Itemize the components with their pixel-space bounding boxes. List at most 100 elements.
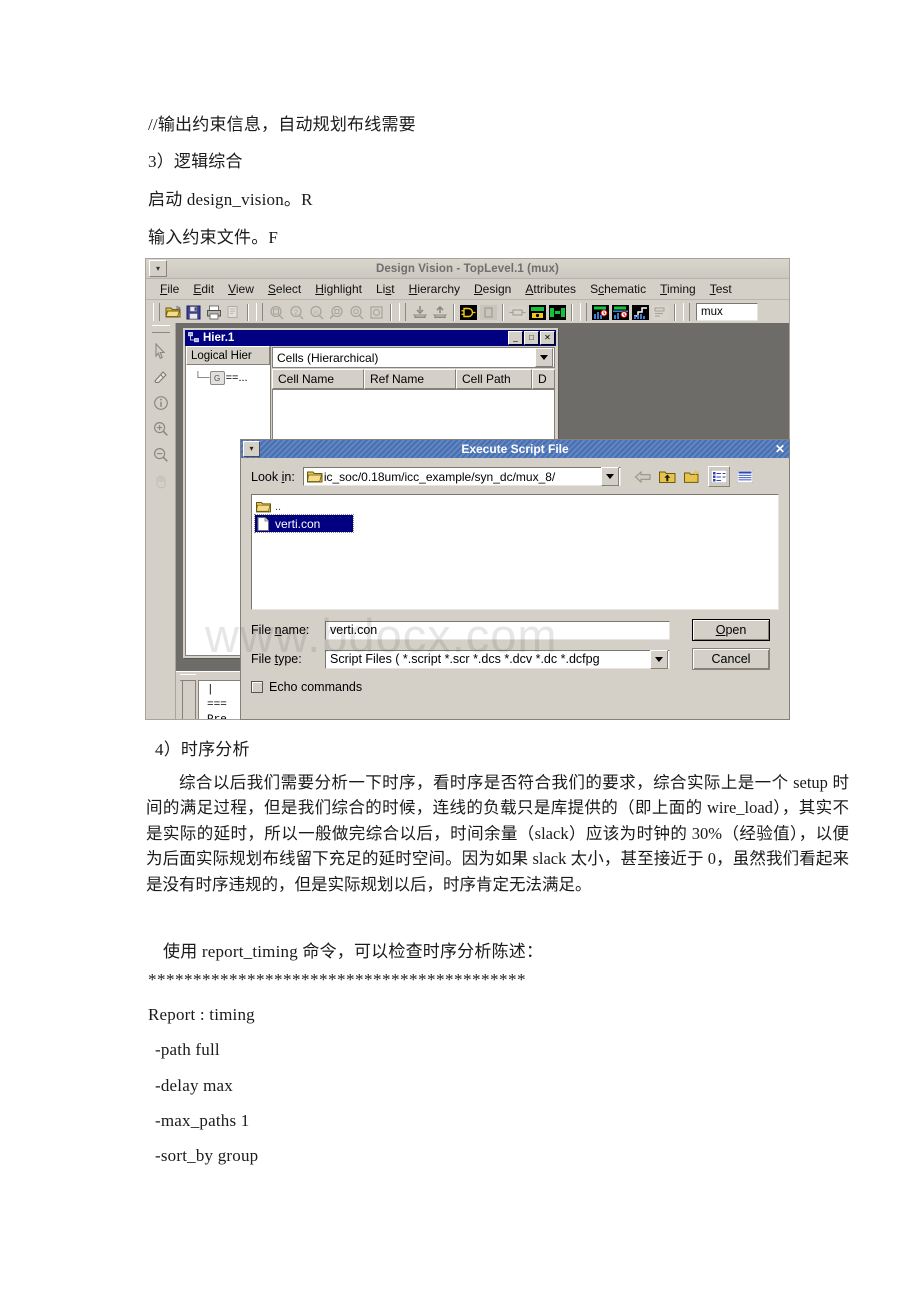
hier-close-button[interactable]: ✕: [540, 331, 555, 345]
app-title: Design Vision - TopLevel.1 (mux): [376, 262, 559, 275]
zoom-in-icon[interactable]: [150, 417, 172, 441]
body-paragraph: 综合以后我们需要分析一下时序，看时序是否符合我们的要求，综合实际上是一个 set…: [146, 773, 849, 894]
menu-select[interactable]: Select: [262, 281, 307, 297]
zoom-half-icon: ½: [307, 303, 326, 322]
pan-hand-icon: [150, 469, 172, 493]
path-slack-icon[interactable]: [611, 303, 630, 322]
open-button[interactable]: Open: [692, 619, 770, 641]
menu-highlight[interactable]: Highlight: [309, 281, 368, 297]
menu-hierarchy[interactable]: Hierarchy: [403, 281, 466, 297]
menu-edit[interactable]: Edit: [187, 281, 220, 297]
app-titlebar: ▾ Design Vision - TopLevel.1 (mux): [146, 259, 789, 279]
section-heading: 4）时序分析: [155, 740, 250, 759]
cells-table-header: Cell Name Ref Name Cell Path D: [272, 369, 555, 389]
app-toolbar: 2 ½ mux: [146, 300, 789, 325]
histogram-icon[interactable]: [631, 303, 650, 322]
symbol-green-icon[interactable]: [548, 303, 567, 322]
toolbar-separator-4: [502, 303, 504, 321]
menu-file[interactable]: File: [154, 281, 185, 297]
look-in-combo[interactable]: ic_soc/0.18um/icc_example/syn_dc/mux_8/: [302, 467, 621, 486]
zoom-out-icon[interactable]: [150, 443, 172, 467]
folder-icon: [255, 501, 272, 513]
close-icon[interactable]: ✕: [775, 442, 787, 456]
schematic-green-icon[interactable]: [528, 303, 547, 322]
file-list-item-parent[interactable]: ..: [255, 498, 778, 515]
menu-schematic[interactable]: Schematic: [584, 281, 652, 297]
design-name-field[interactable]: mux: [696, 303, 758, 321]
pointer-icon[interactable]: [150, 339, 172, 363]
app-menubar: File Edit View Select Highlight List Hie…: [146, 279, 789, 300]
print-icon[interactable]: [204, 303, 223, 322]
cells-view-combo[interactable]: Cells (Hierarchical): [272, 347, 555, 368]
file-type-row: File type: Script Files ( *.script *.scr…: [251, 648, 779, 670]
look-in-label: Look in:: [251, 469, 295, 484]
menu-test[interactable]: Test: [704, 281, 738, 297]
list-view-icon[interactable]: [707, 466, 730, 487]
dialog-titlebar: ▾ Execute Script File ✕: [241, 440, 789, 458]
timing-report-icon[interactable]: [591, 303, 610, 322]
doc-line-usage: 使用 report_timing 命令，可以检查时序分析陈述：: [163, 942, 544, 961]
folder-icon: [304, 470, 323, 483]
menu-list[interactable]: List: [370, 281, 401, 297]
zoom-selection-icon: [367, 303, 386, 322]
doc-line-delay-max: -delay max: [155, 1076, 233, 1095]
dialog-body: Look in: ic_soc/0.18um/icc_example/syn_d…: [241, 458, 789, 694]
hier-title-text: Hier.1: [203, 332, 235, 344]
up-folder-icon[interactable]: [658, 467, 678, 486]
echo-commands-label: Echo commands: [269, 680, 363, 694]
column-d[interactable]: D: [532, 369, 555, 389]
info-icon[interactable]: [150, 391, 172, 415]
svg-text:½: ½: [313, 308, 319, 316]
execute-script-file-dialog: ▾ Execute Script File ✕ Look in: ic_soc/…: [240, 439, 790, 720]
echo-commands-checkbox[interactable]: [251, 681, 263, 693]
left-tool-grip[interactable]: [151, 325, 170, 333]
cancel-button[interactable]: Cancel: [692, 648, 770, 670]
doc-line-report: Report : timing: [148, 1005, 255, 1024]
toolbar-grip-3[interactable]: [399, 303, 406, 321]
column-ref-name[interactable]: Ref Name: [364, 369, 456, 389]
console-scrollbar[interactable]: [182, 680, 196, 719]
doc-line-4: 输入约束文件。F: [148, 228, 279, 247]
look-in-path: ic_soc/0.18um/icc_example/syn_dc/mux_8/: [323, 469, 556, 484]
properties-icon: [224, 303, 243, 322]
chevron-down-icon[interactable]: [535, 348, 553, 367]
menu-timing[interactable]: Timing: [654, 281, 702, 297]
menu-view[interactable]: View: [222, 281, 260, 297]
open-folder-icon[interactable]: [164, 303, 183, 322]
doc-line-1: //输出约束信息，自动规划布线需要: [148, 115, 416, 134]
file-list-item-verti[interactable]: verti.con: [254, 514, 354, 533]
toolbar-separator-6: [674, 303, 676, 321]
doc-line-2: 3）逻辑综合: [148, 152, 243, 171]
hier-maximize-button[interactable]: □: [524, 331, 539, 345]
file-name-row: File name: verti.con Open: [251, 619, 779, 641]
gate-symbol-icon[interactable]: [459, 303, 478, 322]
tree-item[interactable]: └─ G ==...: [186, 371, 270, 385]
toolbar-grip-4[interactable]: [580, 303, 587, 321]
toolbar-grip-2[interactable]: [256, 303, 263, 321]
toolbar-grip-5[interactable]: [683, 303, 690, 321]
zoom-prev-icon: [327, 303, 346, 322]
menu-design[interactable]: Design: [468, 281, 517, 297]
left-tool-column: [146, 323, 176, 719]
zoom-fit-icon: [267, 303, 286, 322]
hier-titlebar: Hier.1 _ □ ✕: [185, 330, 556, 346]
detail-view-icon[interactable]: [735, 467, 755, 486]
file-name-input[interactable]: verti.con: [325, 620, 670, 640]
menu-attributes[interactable]: Attributes: [519, 281, 582, 297]
new-folder-icon[interactable]: [683, 467, 703, 486]
file-icon: [255, 516, 272, 531]
column-cell-path[interactable]: Cell Path: [456, 369, 532, 389]
toolbar-separator-5: [571, 303, 573, 321]
column-cell-name[interactable]: Cell Name: [272, 369, 364, 389]
echo-commands-row: Echo commands: [251, 680, 779, 694]
logical-hier-tab[interactable]: Logical Hier: [186, 346, 270, 365]
back-arrow-icon[interactable]: [633, 467, 653, 486]
save-disk-icon[interactable]: [184, 303, 203, 322]
toolbar-grip[interactable]: [153, 303, 160, 321]
look-in-chevron-down-icon[interactable]: [600, 467, 619, 486]
hier-minimize-button[interactable]: _: [508, 331, 523, 345]
file-type-chevron-down-icon[interactable]: [650, 649, 668, 669]
eraser-icon[interactable]: [150, 365, 172, 389]
file-list[interactable]: .. verti.con: [251, 494, 779, 610]
file-type-combo[interactable]: Script Files ( *.script *.scr *.dcs *.dc…: [325, 649, 670, 669]
